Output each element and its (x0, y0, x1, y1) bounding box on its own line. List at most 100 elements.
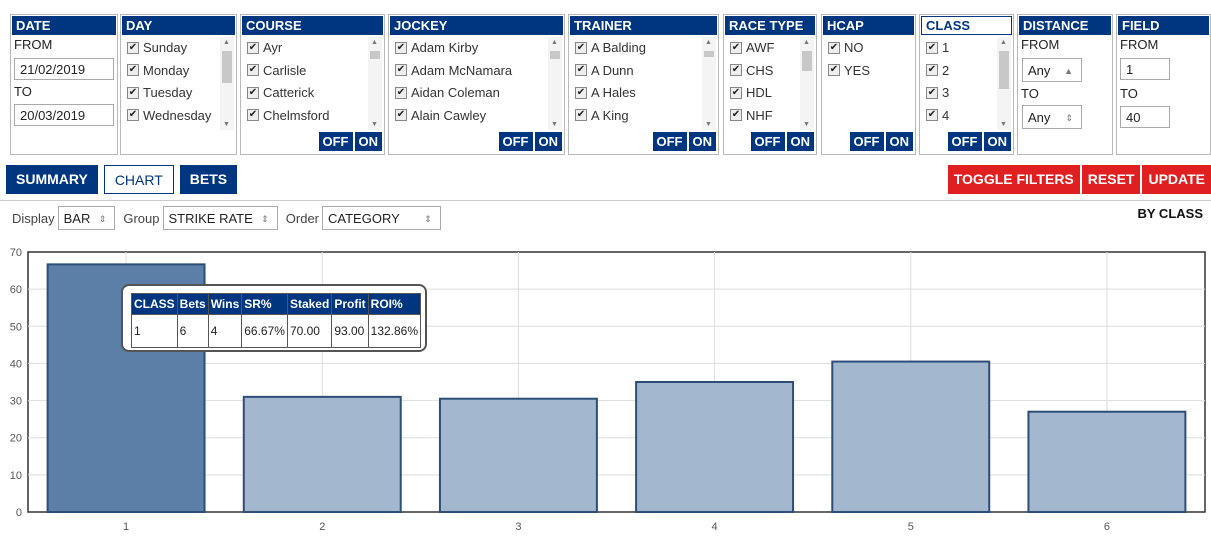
tab-summary[interactable]: SUMMARY (6, 165, 98, 194)
reset-button[interactable]: RESET (1081, 165, 1141, 194)
scrollbar[interactable]: ▲ ▼ (368, 37, 382, 130)
scroll-up-icon[interactable]: ▲ (705, 39, 712, 46)
scrollbar-thumb[interactable] (222, 51, 232, 83)
list-item[interactable]: ✔ Ayr (243, 37, 382, 60)
checkbox-checked-icon[interactable]: ✔ (730, 41, 742, 54)
list-item[interactable]: ✔ Carlisle (243, 60, 382, 83)
list-item[interactable]: ✔ Monday (123, 60, 234, 83)
checkbox-checked-icon[interactable]: ✔ (730, 64, 742, 77)
checkbox-checked-icon[interactable]: ✔ (247, 41, 259, 54)
trainer-on-button[interactable]: ON (688, 132, 716, 151)
scroll-up-icon[interactable]: ▲ (1000, 39, 1007, 46)
list-item[interactable]: ✔ A King (571, 105, 716, 128)
scrollbar-thumb[interactable] (704, 51, 714, 57)
scroll-down-icon[interactable]: ▼ (803, 121, 810, 128)
scrollbar[interactable]: ▲ ▼ (997, 37, 1011, 130)
bar[interactable] (242, 395, 402, 514)
toggle-filters-button[interactable]: TOGGLE FILTERS (947, 165, 1080, 194)
bar[interactable] (831, 360, 991, 513)
scrollbar-thumb[interactable] (370, 51, 380, 59)
group-select[interactable]: STRIKE RATE ⇕ (162, 206, 278, 230)
class-on-button[interactable]: ON (983, 132, 1011, 151)
checkbox-checked-icon[interactable]: ✔ (395, 64, 407, 77)
order-select[interactable]: CATEGORY ⇕ (322, 206, 441, 230)
checkbox-checked-icon[interactable]: ✔ (247, 64, 259, 77)
checkbox-checked-icon[interactable]: ✔ (247, 109, 259, 122)
field-to-input[interactable]: 40 (1120, 106, 1170, 128)
list-item[interactable]: ✔ Adam Kirby (391, 37, 562, 60)
jockey-off-button[interactable]: OFF (498, 132, 533, 151)
checkbox-checked-icon[interactable]: ✔ (926, 109, 938, 122)
checkbox-checked-icon[interactable]: ✔ (575, 86, 587, 99)
list-item[interactable]: ✔ Alain Cawley (391, 105, 562, 128)
course-off-button[interactable]: OFF (318, 132, 353, 151)
checkbox-checked-icon[interactable]: ✔ (730, 86, 742, 99)
jockey-on-button[interactable]: ON (534, 132, 562, 151)
scroll-down-icon[interactable]: ▼ (551, 121, 558, 128)
scrollbar-thumb[interactable] (999, 51, 1009, 89)
checkbox-checked-icon[interactable]: ✔ (395, 41, 407, 54)
scrollbar[interactable]: ▲ ▼ (800, 37, 814, 130)
list-item[interactable]: ✔ Aidan Coleman (391, 82, 562, 105)
checkbox-checked-icon[interactable]: ✔ (926, 86, 938, 99)
list-item[interactable]: ✔ Wednesday (123, 105, 234, 128)
bar[interactable] (635, 381, 795, 513)
checkbox-checked-icon[interactable]: ✔ (395, 109, 407, 122)
checkbox-checked-icon[interactable]: ✔ (575, 64, 587, 77)
checkbox-checked-icon[interactable]: ✔ (926, 41, 938, 54)
display-select[interactable]: BAR ⇕ (57, 206, 116, 230)
checkbox-checked-icon[interactable]: ✔ (575, 109, 587, 122)
distance-to-select[interactable]: Any ⇕ (1022, 105, 1082, 129)
tab-bets[interactable]: BETS (179, 165, 238, 194)
scroll-up-icon[interactable]: ▲ (223, 39, 230, 46)
checkbox-checked-icon[interactable]: ✔ (395, 86, 407, 99)
list-item[interactable]: ✔ YES (824, 60, 913, 83)
list-item[interactable]: ✔ A Balding (571, 37, 716, 60)
scrollbar[interactable]: ▲ ▼ (548, 37, 562, 130)
list-item[interactable]: ✔ Catterick (243, 82, 382, 105)
date-to-input[interactable]: 20/03/2019 (14, 104, 114, 126)
scroll-up-icon[interactable]: ▲ (371, 39, 378, 46)
list-item[interactable]: ✔ Adam McNamara (391, 60, 562, 83)
checkbox-checked-icon[interactable]: ✔ (828, 41, 840, 54)
race-type-on-button[interactable]: ON (786, 132, 814, 151)
class-off-button[interactable]: OFF (947, 132, 982, 151)
hcap-off-button[interactable]: OFF (849, 132, 884, 151)
scroll-up-icon[interactable]: ▲ (803, 39, 810, 46)
scrollbar[interactable]: ▲ ▼ (220, 37, 234, 130)
list-item[interactable]: ✔ A Dunn (571, 60, 716, 83)
course-on-button[interactable]: ON (354, 132, 382, 151)
scrollbar-thumb[interactable] (802, 51, 812, 71)
date-from-input[interactable]: 21/02/2019 (14, 58, 114, 80)
scroll-down-icon[interactable]: ▼ (1000, 121, 1007, 128)
bar[interactable] (1027, 410, 1187, 513)
list-item[interactable]: ✔ NO (824, 37, 913, 60)
checkbox-checked-icon[interactable]: ✔ (127, 109, 139, 122)
checkbox-checked-icon[interactable]: ✔ (730, 109, 742, 122)
list-item[interactable]: ✔ A Hales (571, 82, 716, 105)
checkbox-checked-icon[interactable]: ✔ (828, 64, 840, 77)
list-item[interactable]: ✔ Chelmsford (243, 105, 382, 128)
update-button[interactable]: UPDATE (1142, 165, 1211, 194)
distance-from-select[interactable]: Any ▲ (1022, 58, 1082, 82)
list-item[interactable]: ✔ Sunday (123, 37, 234, 60)
checkbox-checked-icon[interactable]: ✔ (127, 86, 139, 99)
tab-chart[interactable]: CHART (103, 165, 174, 194)
checkbox-checked-icon[interactable]: ✔ (926, 64, 938, 77)
checkbox-checked-icon[interactable]: ✔ (127, 41, 139, 54)
checkbox-checked-icon[interactable]: ✔ (247, 86, 259, 99)
checkbox-checked-icon[interactable]: ✔ (127, 64, 139, 77)
scroll-up-icon[interactable]: ▲ (551, 39, 558, 46)
scroll-down-icon[interactable]: ▼ (371, 121, 378, 128)
scroll-down-icon[interactable]: ▼ (705, 121, 712, 128)
hcap-on-button[interactable]: ON (885, 132, 913, 151)
list-item[interactable]: ✔ Tuesday (123, 82, 234, 105)
trainer-off-button[interactable]: OFF (652, 132, 687, 151)
scrollbar-thumb[interactable] (550, 51, 560, 59)
scroll-down-icon[interactable]: ▼ (223, 121, 230, 128)
field-from-input[interactable]: 1 (1120, 58, 1170, 80)
scrollbar[interactable]: ▲ ▼ (702, 37, 716, 130)
race-type-off-button[interactable]: OFF (750, 132, 785, 151)
bar[interactable] (438, 397, 598, 513)
checkbox-checked-icon[interactable]: ✔ (575, 41, 587, 54)
